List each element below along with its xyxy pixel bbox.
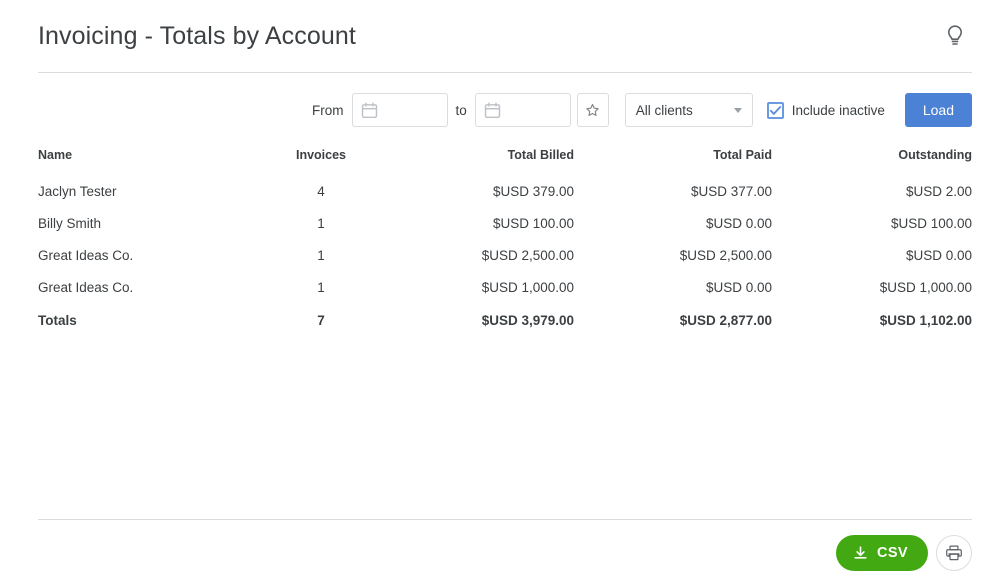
cell-total-billed: $USD 1,000.00 xyxy=(481,280,574,295)
cell-name: Jaclyn Tester xyxy=(38,184,117,199)
calendar-icon xyxy=(361,102,377,118)
column-header-outstanding[interactable]: Outstanding xyxy=(772,148,972,176)
report-table: Name Invoices Total Billed Total Paid Ou… xyxy=(38,148,972,337)
to-date-field[interactable] xyxy=(474,93,571,127)
footer-divider xyxy=(38,519,972,520)
cell-invoices: 1 xyxy=(317,248,325,263)
export-csv-button[interactable]: CSV xyxy=(835,535,928,571)
table-row[interactable]: Great Ideas Co. 1 $USD 1,000.00 $USD 0.0… xyxy=(38,272,972,304)
footer-actions: CSV xyxy=(835,535,972,571)
report-table-wrapper: Name Invoices Total Billed Total Paid Ou… xyxy=(38,148,972,337)
from-label: From xyxy=(312,102,344,118)
cell-total-billed: $USD 2,500.00 xyxy=(481,248,574,263)
check-icon xyxy=(769,105,781,115)
table-totals-row: Totals 7 $USD 3,979.00 $USD 2,877.00 $US… xyxy=(38,304,972,337)
download-icon xyxy=(854,545,867,559)
cell-total-billed: $USD 379.00 xyxy=(492,184,574,199)
filter-toolbar: From to All clients Include inactive Loa… xyxy=(38,88,972,132)
totals-total-paid: $USD 2,877.00 xyxy=(679,313,772,328)
client-select[interactable]: All clients xyxy=(624,93,753,127)
column-header-total-paid[interactable]: Total Paid xyxy=(574,148,772,176)
export-csv-label: CSV xyxy=(876,545,908,561)
cell-outstanding: $USD 2.00 xyxy=(905,184,972,199)
cell-total-paid: $USD 377.00 xyxy=(690,184,772,199)
cell-total-billed: $USD 100.00 xyxy=(492,216,574,231)
totals-outstanding: $USD 1,102.00 xyxy=(879,313,972,328)
cell-invoices: 4 xyxy=(317,184,325,199)
table-row[interactable]: Jaclyn Tester 4 $USD 379.00 $USD 377.00 … xyxy=(38,176,972,208)
column-header-invoices[interactable]: Invoices xyxy=(266,148,376,176)
header-divider xyxy=(38,72,972,73)
printer-icon xyxy=(946,545,962,561)
report-page: Invoicing - Totals by Account From to Al… xyxy=(0,0,1000,578)
cell-name: Billy Smith xyxy=(38,216,102,231)
cell-outstanding: $USD 0.00 xyxy=(905,248,972,263)
cell-name: Great Ideas Co. xyxy=(38,248,134,263)
to-label: to xyxy=(455,102,467,118)
cell-name: Great Ideas Co. xyxy=(38,280,134,295)
print-button[interactable] xyxy=(936,535,972,571)
client-select-value: All clients xyxy=(635,102,693,118)
chevron-down-icon xyxy=(733,108,742,113)
totals-invoices: 7 xyxy=(317,313,325,328)
cell-invoices: 1 xyxy=(317,216,325,231)
load-button[interactable]: Load xyxy=(904,93,972,127)
include-inactive-label: Include inactive xyxy=(791,102,885,118)
cell-outstanding: $USD 1,000.00 xyxy=(879,280,972,295)
page-header: Invoicing - Totals by Account xyxy=(38,10,972,62)
table-header-row: Name Invoices Total Billed Total Paid Ou… xyxy=(38,148,972,176)
cell-total-paid: $USD 2,500.00 xyxy=(679,248,772,263)
calendar-icon xyxy=(484,102,500,118)
star-icon xyxy=(586,103,599,116)
cell-total-paid: $USD 0.00 xyxy=(705,216,772,231)
table-row[interactable]: Great Ideas Co. 1 $USD 2,500.00 $USD 2,5… xyxy=(38,240,972,272)
include-inactive-toggle[interactable]: Include inactive xyxy=(766,101,885,119)
cell-outstanding: $USD 100.00 xyxy=(890,216,972,231)
table-row[interactable]: Billy Smith 1 $USD 100.00 $USD 0.00 $USD… xyxy=(38,208,972,240)
favorite-range-button[interactable] xyxy=(576,93,609,127)
column-header-total-billed[interactable]: Total Billed xyxy=(376,148,574,176)
include-inactive-checkbox[interactable] xyxy=(766,101,784,119)
from-date-input[interactable] xyxy=(377,101,438,119)
to-date-input[interactable] xyxy=(500,101,561,119)
lightbulb-icon[interactable] xyxy=(938,19,972,53)
from-date-field[interactable] xyxy=(351,93,448,127)
totals-label: Totals xyxy=(38,313,77,328)
cell-invoices: 1 xyxy=(317,280,325,295)
page-title: Invoicing - Totals by Account xyxy=(38,21,356,50)
cell-total-paid: $USD 0.00 xyxy=(705,280,772,295)
column-header-name[interactable]: Name xyxy=(38,148,266,176)
totals-total-billed: $USD 3,979.00 xyxy=(481,313,574,328)
